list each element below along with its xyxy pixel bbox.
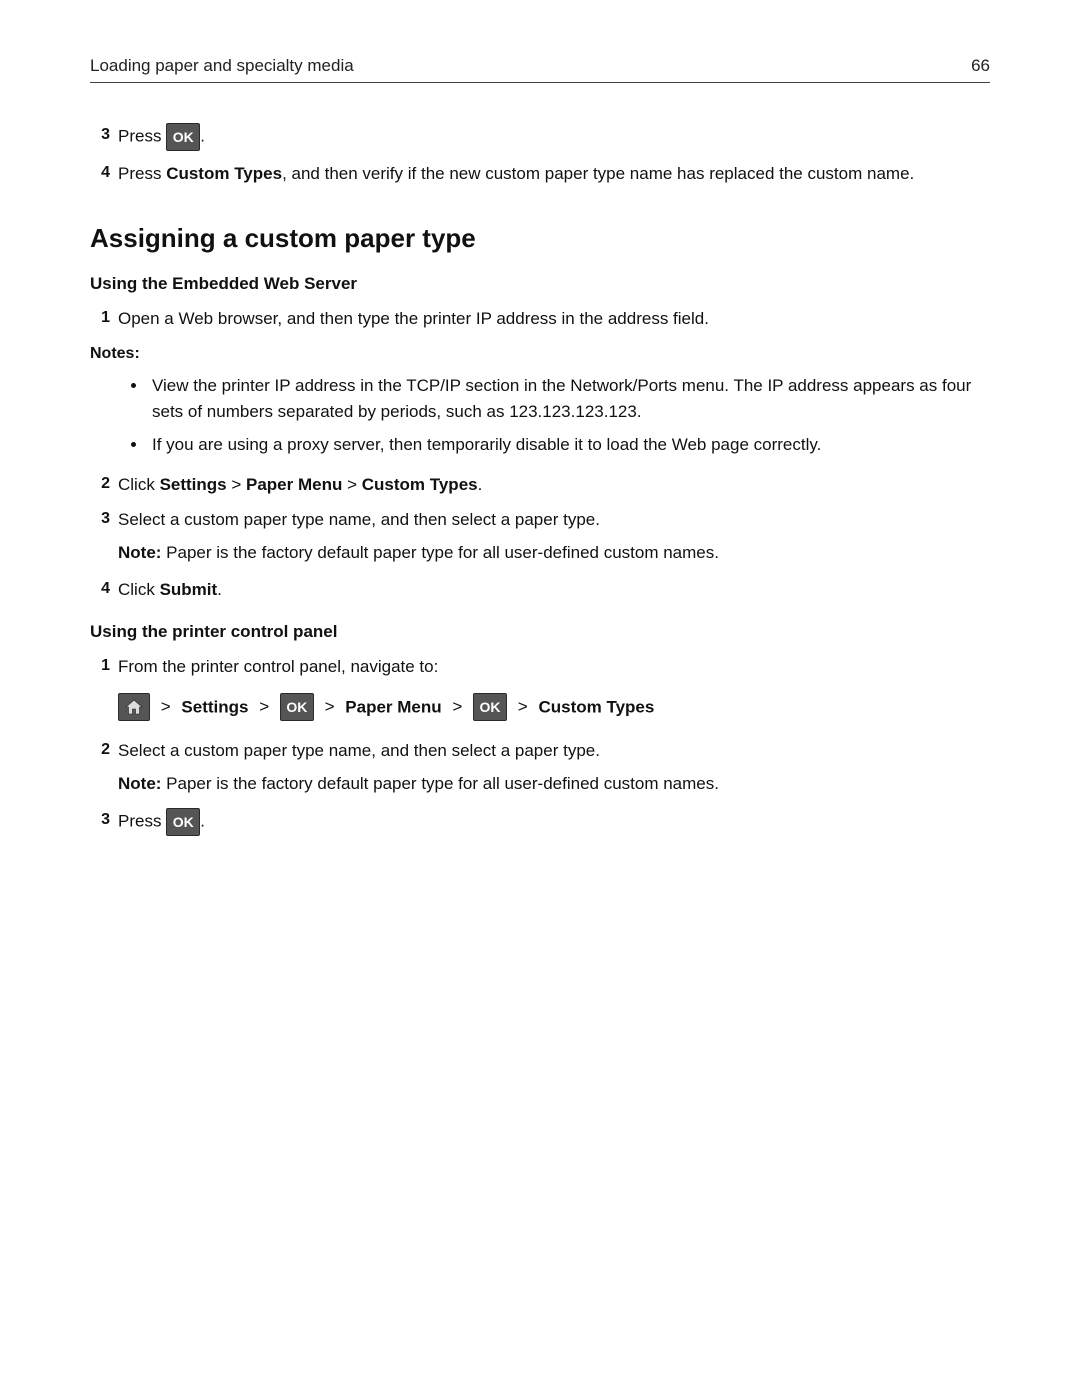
- notes-label: Notes:: [90, 345, 990, 363]
- step-text: Click: [118, 580, 160, 599]
- nav-path: > Settings > OK > Paper Menu > OK > Cust…: [118, 690, 990, 725]
- step-text: Select a custom paper type name, and the…: [118, 741, 600, 760]
- step-bold: Settings: [160, 475, 227, 494]
- sep: >: [259, 697, 269, 716]
- step-text: From the printer control panel, navigate…: [118, 657, 438, 676]
- header-page-number: 66: [971, 56, 990, 76]
- step-number: 4: [90, 161, 110, 185]
- step-text: Press: [118, 126, 166, 145]
- step-number: 3: [90, 507, 110, 531]
- sep: >: [325, 697, 335, 716]
- document-page: Loading paper and specialty media 66 3 Pr…: [0, 0, 1080, 1397]
- path-paper-menu: Paper Menu: [345, 697, 441, 716]
- step-4-custom-types: 4 Press Custom Types, and then verify if …: [90, 161, 990, 187]
- path-custom-types: Custom Types: [538, 697, 654, 716]
- note-text: Paper is the factory default paper type …: [166, 774, 719, 793]
- path-settings: Settings: [181, 697, 248, 716]
- panel-note-line: Note: Paper is the factory default paper…: [118, 774, 990, 794]
- home-icon: [118, 693, 150, 721]
- web-step-3: 3 Select a custom paper type name, and th…: [90, 507, 990, 533]
- step-text: , and then verify if the new custom pape…: [282, 164, 914, 183]
- step-text: .: [478, 475, 483, 494]
- note-label: Note:: [118, 774, 166, 793]
- step-number: 3: [90, 123, 110, 147]
- step-text: Press: [118, 164, 166, 183]
- step-text: .: [217, 580, 222, 599]
- ok-button-icon: OK: [473, 693, 507, 721]
- sep: >: [518, 697, 528, 716]
- step-3-press-ok: 3 Press OK.: [90, 123, 990, 151]
- ok-button-icon: OK: [280, 693, 314, 721]
- step-text: Open a Web browser, and then type the pr…: [118, 309, 709, 328]
- section-heading: Assigning a custom paper type: [90, 223, 990, 254]
- web-note-line: Note: Paper is the factory default paper…: [118, 543, 990, 563]
- web-step-2: 2 Click Settings > Paper Menu > Custom Ty…: [90, 472, 990, 498]
- sep: >: [227, 475, 246, 494]
- step-bold: Custom Types: [166, 164, 282, 183]
- note-bullet: View the printer IP address in the TCP/I…: [148, 373, 990, 424]
- step-number: 4: [90, 577, 110, 601]
- sep: >: [342, 475, 361, 494]
- step-text: Click: [118, 475, 160, 494]
- panel-step-3: 3 Press OK.: [90, 808, 990, 836]
- panel-step-2: 2 Select a custom paper type name, and th…: [90, 738, 990, 764]
- page-header: Loading paper and specialty media 66: [90, 56, 990, 83]
- header-section-title: Loading paper and specialty media: [90, 56, 354, 76]
- ok-button-icon: OK: [166, 123, 200, 151]
- note-bullet: If you are using a proxy server, then te…: [148, 432, 990, 458]
- step-text: .: [200, 811, 205, 830]
- step-text: Press: [118, 811, 166, 830]
- step-number: 2: [90, 472, 110, 496]
- notes-list: View the printer IP address in the TCP/I…: [90, 373, 990, 458]
- web-step-1: 1 Open a Web browser, and then type the p…: [90, 306, 990, 332]
- step-bold: Custom Types: [362, 475, 478, 494]
- step-number: 1: [90, 306, 110, 330]
- web-step-4: 4 Click Submit.: [90, 577, 990, 603]
- subsection-heading-panel: Using the printer control panel: [90, 622, 990, 642]
- sep: >: [452, 697, 462, 716]
- ok-button-icon: OK: [166, 808, 200, 836]
- step-text: .: [200, 126, 205, 145]
- note-text: Paper is the factory default paper type …: [166, 543, 719, 562]
- subsection-heading-web: Using the Embedded Web Server: [90, 274, 990, 294]
- sep: >: [161, 697, 171, 716]
- note-label: Note:: [118, 543, 166, 562]
- step-number: 2: [90, 738, 110, 762]
- step-number: 3: [90, 808, 110, 832]
- step-text: Select a custom paper type name, and the…: [118, 510, 600, 529]
- panel-step-1: 1 From the printer control panel, navigat…: [90, 654, 990, 680]
- step-bold: Submit: [160, 580, 218, 599]
- step-number: 1: [90, 654, 110, 678]
- step-bold: Paper Menu: [246, 475, 342, 494]
